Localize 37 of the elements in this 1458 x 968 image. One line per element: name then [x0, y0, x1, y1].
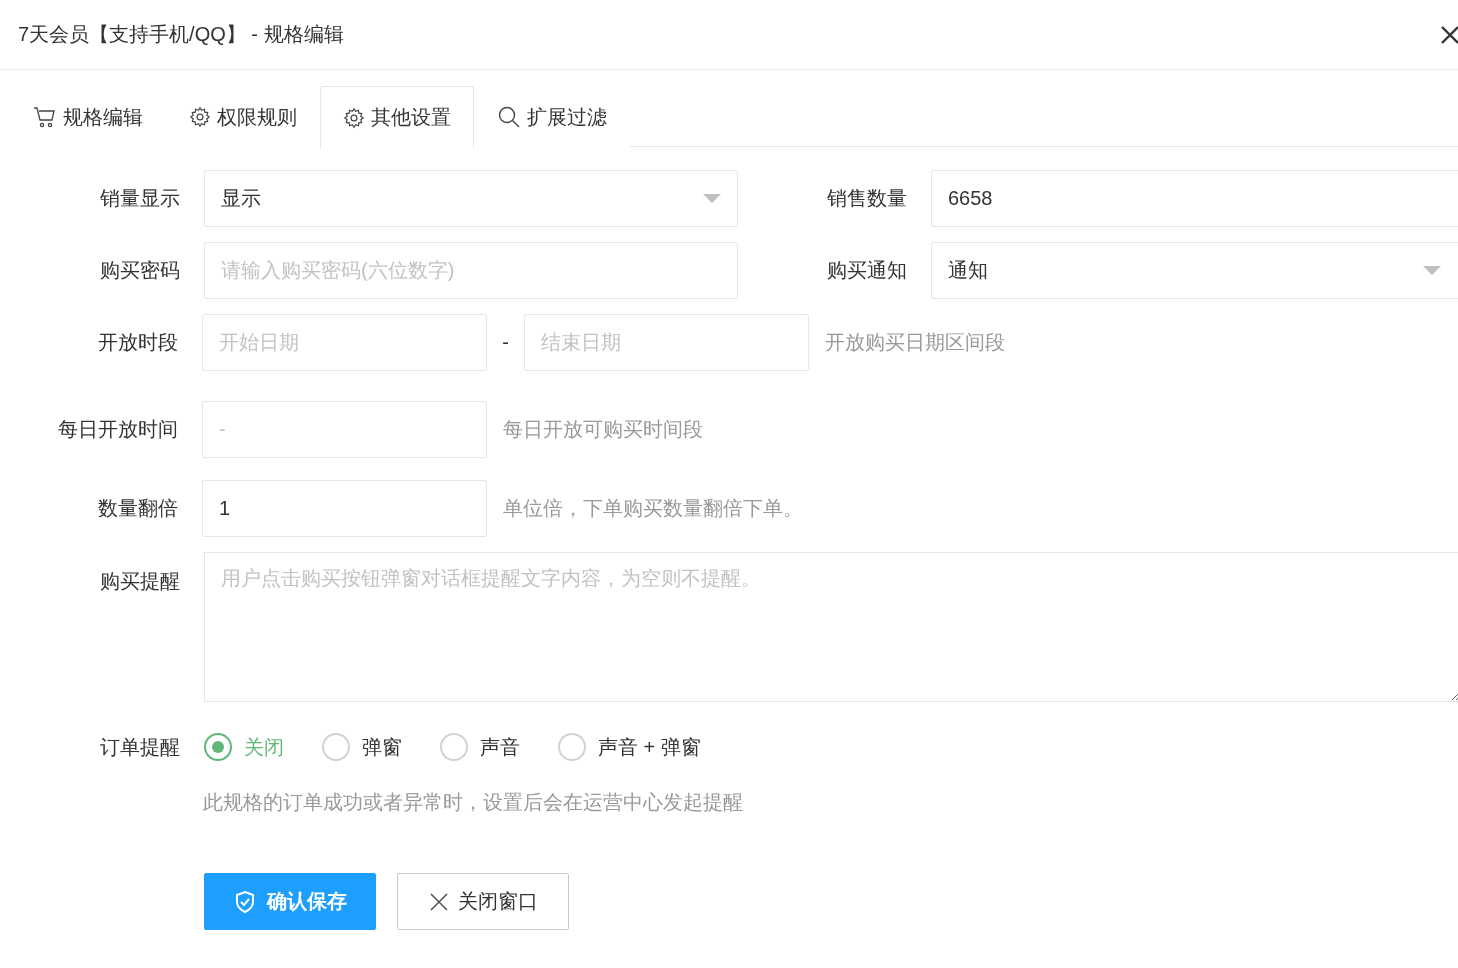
dropdown-caret-icon — [1423, 265, 1441, 276]
close-window-button[interactable]: 关闭窗口 — [397, 873, 569, 930]
purchase-password-field[interactable]: 请输入购买密码(六位数字) — [204, 242, 738, 299]
time-range-field[interactable]: - — [202, 401, 487, 458]
cart-icon — [33, 105, 57, 129]
dropdown-caret-icon — [703, 193, 721, 204]
field-label: 每日开放时间 — [57, 417, 179, 442]
gear-icon — [343, 106, 365, 129]
close-icon — [430, 892, 448, 911]
radio-option[interactable]: 声音 — [440, 733, 520, 761]
field-label: 购买通知 — [826, 258, 908, 283]
shield-check-icon — [233, 889, 257, 914]
help-text: 每日开放可购买时间段 — [502, 417, 703, 442]
range-separator: - — [501, 331, 510, 354]
sales-count-field[interactable]: 6658 — [931, 170, 1458, 227]
field-label: 购买提醒 — [99, 569, 181, 594]
field-label: 销售数量 — [826, 186, 908, 211]
field-label: 订单提醒 — [99, 734, 181, 760]
radio-option[interactable]: 声音 + 弹窗 — [558, 733, 701, 761]
quantity-multiplier-field[interactable]: 1 — [202, 480, 487, 537]
search-icon — [497, 105, 521, 129]
field-label: 开放时段 — [97, 330, 179, 355]
tab[interactable]: 其他设置 — [320, 86, 474, 148]
dialog-title: 7天会员【支持手机/QQ】 - 规格编辑 — [18, 22, 344, 47]
field-label: 购买密码 — [99, 258, 181, 283]
field-label: 销量显示 — [99, 186, 181, 211]
help-text: 此规格的订单成功或者异常时，设置后会在运营中心发起提醒 — [203, 791, 743, 813]
help-text: 单位倍，下单购买数量翻倍下单。 — [502, 496, 803, 521]
end-date-field[interactable]: 结束日期 — [524, 314, 809, 371]
sales-display-select[interactable]: 显示 — [204, 170, 738, 227]
help-text: 开放购买日期区间段 — [824, 330, 1005, 355]
start-date-field[interactable]: 开始日期 — [202, 314, 487, 371]
purchase-notice-select[interactable]: 通知 — [931, 242, 1458, 299]
field-label: 数量翻倍 — [97, 496, 179, 521]
gear-icon — [189, 106, 211, 128]
reminder-text-area[interactable]: 用户点击购买按钮弹窗对话框提醒文字内容，为空则不提醒。 — [204, 552, 1458, 702]
radio-option[interactable]: 弹窗 — [322, 733, 402, 761]
